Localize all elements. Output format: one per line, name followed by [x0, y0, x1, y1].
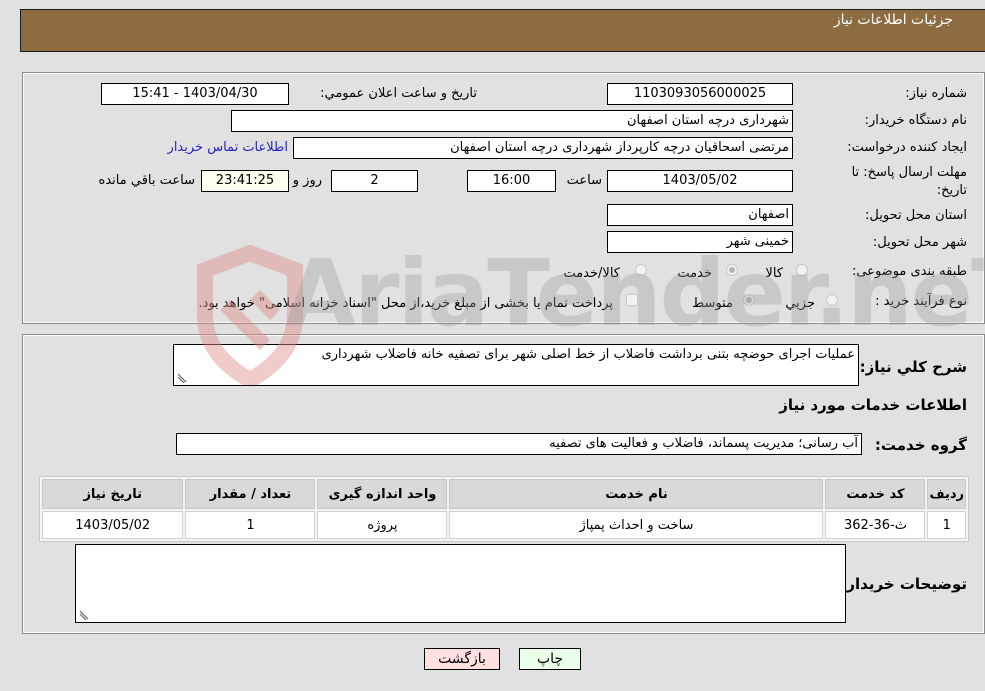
header-service-name: نام خدمت [449, 479, 824, 509]
creator-field: مرتضی اسحاقیان درچه کارپرداز شهرداری درچ… [293, 137, 793, 159]
service-group-field: آب رسانی؛ مدیریت پسماند، فاضلاب و فعالیت… [176, 433, 862, 455]
need-number-field: 1103093056000025 [607, 83, 793, 105]
deadline-label: مهلت ارسال پاسخ: تا تاریخ: [852, 164, 967, 200]
service-group-label: گروه خدمت: [874, 436, 967, 454]
page-title: جزئيات اطلاعات نياز [833, 12, 953, 28]
cell-row-number: 1 [927, 511, 966, 539]
cell-service-name: ساخت و احداث پمپاژ [449, 511, 824, 539]
province-field: اصفهان [607, 204, 793, 226]
days-label: روز و [292, 173, 322, 188]
header-service-code: کد خدمت [825, 479, 926, 509]
buyer-org-field: شهرداری درچه استان اصفهان [231, 110, 793, 132]
category-radio-goods-service[interactable] [635, 264, 647, 276]
category-option-goods-service: کالا/خدمت [563, 266, 620, 281]
days-remaining-field: 2 [331, 170, 418, 192]
table-row: 1 ث-36-362 ساخت و احداث پمپاژ پروژه 1 14… [42, 511, 966, 539]
need-number-label: شماره نیاز: [905, 86, 967, 101]
buyer-notes-textarea[interactable] [75, 544, 846, 623]
buyer-notes-label: توضیحات خریدار: [840, 575, 967, 593]
print-button[interactable]: چاپ [519, 648, 581, 670]
services-table: ردیف کد خدمت نام خدمت واحد اندازه گیری ت… [39, 476, 969, 542]
table-header-row: ردیف کد خدمت نام خدمت واحد اندازه گیری ت… [42, 479, 966, 509]
category-option-goods: کالا [765, 266, 783, 281]
city-field: خمینی شهر [607, 231, 793, 253]
announce-date-label: تاريخ و ساعت اعلان عمومي: [320, 86, 477, 101]
deadline-date-field: 1403/05/02 [607, 170, 793, 192]
description-label: شرح کلي نياز: [859, 358, 967, 376]
category-radio-goods[interactable] [796, 264, 808, 276]
services-section-title: اطلاعات خدمات مورد نیاز [779, 396, 967, 414]
cell-quantity: 1 [185, 511, 316, 539]
category-label: طبقه بندی موضوعی: [851, 264, 967, 279]
deadline-label-line1: مهلت ارسال پاسخ: تا [851, 165, 967, 180]
header-quantity: تعداد / مقدار [185, 479, 316, 509]
process-radio-minor[interactable] [826, 294, 838, 306]
resize-grip-icon[interactable] [177, 373, 187, 383]
header-unit: واحد اندازه گیری [317, 479, 448, 509]
category-option-service: خدمت [677, 266, 712, 281]
time-remaining-label: ساعت باقي مانده [98, 173, 195, 188]
header-need-date: تاریخ نیاز [42, 479, 184, 509]
process-option-minor: جزيي [785, 296, 815, 311]
back-button[interactable]: بازگشت [424, 648, 500, 670]
treasury-checkbox[interactable] [626, 294, 638, 306]
time-remaining-field: 23:41:25 [201, 170, 289, 192]
description-textarea[interactable]: عملیات اجرای حوضچه بتنی برداشت فاضلاب از… [173, 344, 859, 386]
creator-label: ایجاد کننده درخواست: [847, 140, 967, 155]
deadline-time-label: ساعت [566, 173, 602, 188]
process-radio-medium[interactable] [743, 294, 755, 306]
buyer-org-label: نام دستگاه خریدار: [864, 113, 967, 128]
deadline-label-line2: تاریخ: [936, 183, 967, 198]
city-label: شهر محل تحویل: [872, 235, 967, 250]
cell-unit: پروژه [317, 511, 448, 539]
deadline-time-field: 16:00 [467, 170, 556, 192]
category-radio-service[interactable] [726, 264, 738, 276]
process-label: نوع فرآیند خرید : [875, 294, 967, 309]
header-row-number: ردیف [927, 479, 966, 509]
resize-grip-icon[interactable] [79, 610, 89, 620]
province-label: استان محل تحویل: [865, 208, 967, 223]
cell-need-date: 1403/05/02 [42, 511, 184, 539]
buyer-contact-link[interactable]: اطلاعات تماس خریدار [168, 140, 288, 155]
process-option-medium: متوسط [692, 296, 733, 311]
cell-service-code: ث-36-362 [825, 511, 926, 539]
announce-date-field: 1403/04/30 - 15:41 [101, 83, 289, 105]
description-text: عملیات اجرای حوضچه بتنی برداشت فاضلاب از… [321, 347, 855, 362]
treasury-note: پرداخت تمام یا بخشی از مبلغ خرید،از محل … [198, 296, 613, 311]
